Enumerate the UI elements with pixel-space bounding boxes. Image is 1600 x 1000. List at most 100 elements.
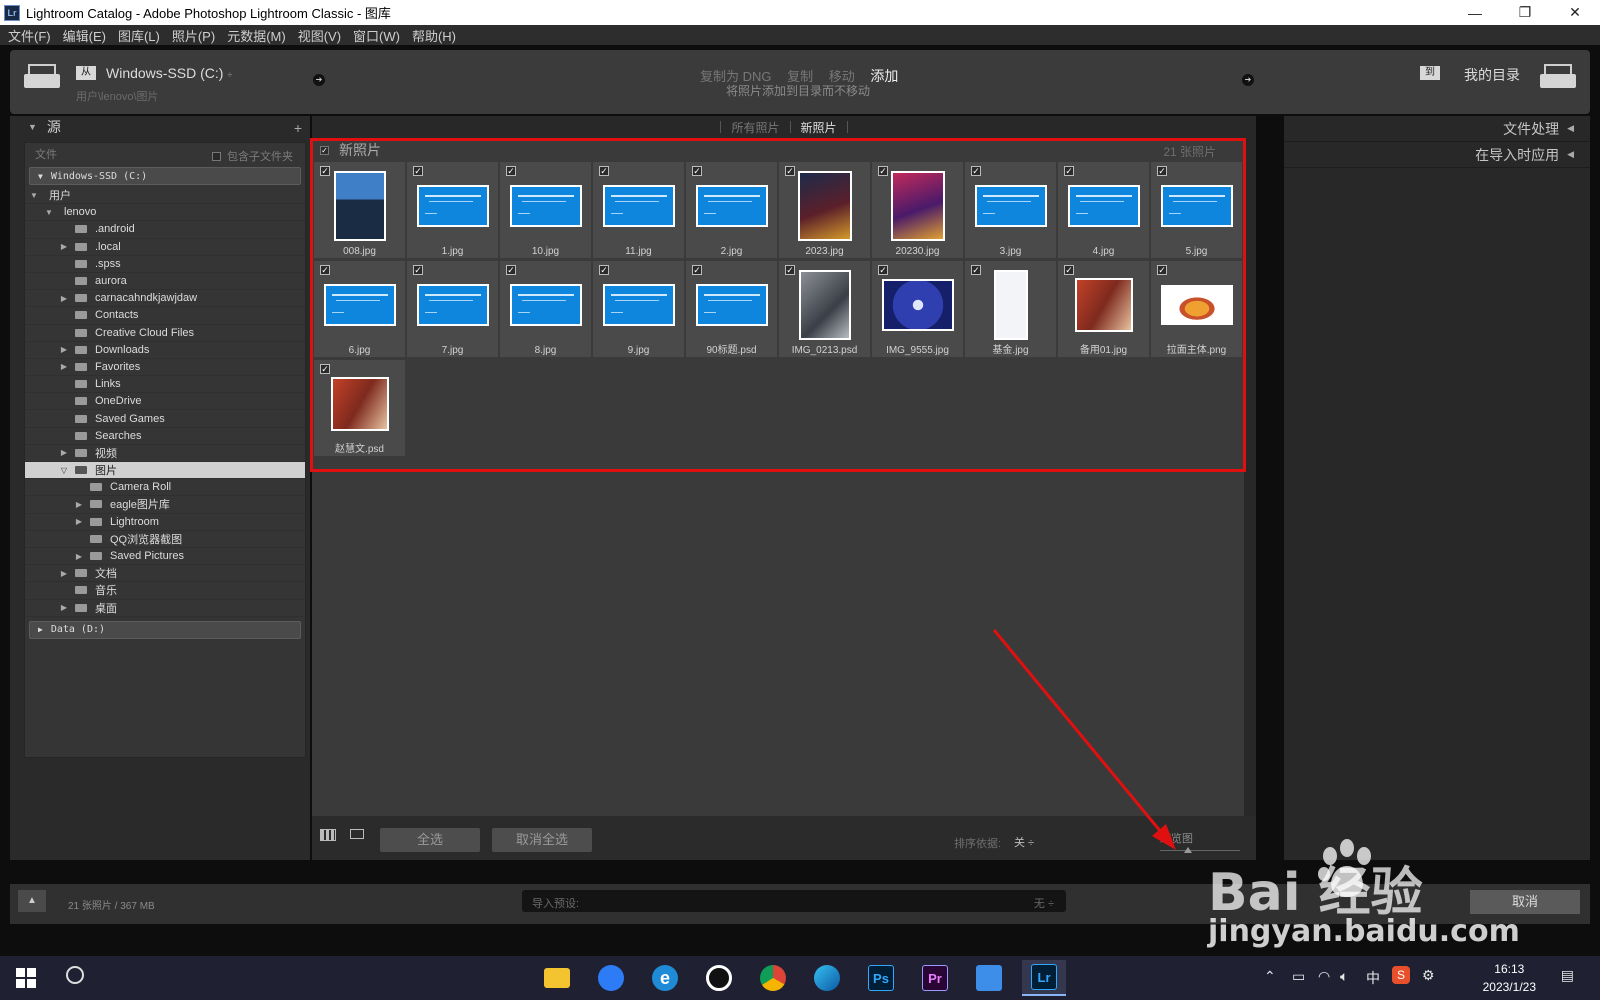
folder-label: 文档 — [95, 568, 117, 581]
folder-row[interactable]: Creative Cloud Files — [25, 325, 305, 342]
watermark-url: jingyan.baidu.com — [1208, 914, 1520, 949]
folder-row[interactable]: ▶ Lightroom — [25, 514, 305, 531]
folder-row[interactable]: QQ浏览器截图 — [25, 531, 305, 548]
folder-row[interactable]: ▽ 图片 — [25, 462, 305, 480]
folder-row[interactable]: ▶ 文档 — [25, 565, 305, 583]
disclosure-triangle-icon[interactable]: ▶ — [59, 569, 69, 578]
check-all-button[interactable]: 全选 — [380, 828, 480, 852]
file-explorer-icon[interactable] — [538, 960, 576, 996]
title-bar: Lr Lightroom Catalog - Adobe Photoshop L… — [0, 0, 1600, 25]
folder-icon — [75, 414, 87, 423]
restore-icon[interactable]: ❐ — [1500, 0, 1550, 25]
menu-view[interactable]: 视图(V) — [298, 26, 341, 45]
pr-icon[interactable]: Pr — [916, 960, 954, 996]
close-icon[interactable]: ✕ — [1550, 0, 1600, 25]
folder-row[interactable]: ▶ Favorites — [25, 359, 305, 377]
drive-d[interactable]: ▶ Data (D:) — [29, 620, 301, 639]
gear-icon[interactable]: ⚙ — [1422, 967, 1435, 984]
apply-during-import-header[interactable]: 在导入时应用 ◀ — [1284, 142, 1590, 168]
menu-edit[interactable]: 编辑(E) — [63, 26, 106, 45]
menu-file[interactable]: 文件(F) — [8, 26, 51, 45]
minimize-icon[interactable]: — — [1450, 0, 1500, 25]
folder-row[interactable]: Contacts — [25, 307, 305, 325]
edge-icon[interactable] — [808, 960, 846, 996]
sogou-icon[interactable]: S — [1392, 966, 1410, 984]
notepad-icon[interactable] — [970, 960, 1008, 996]
tab-new-photos[interactable]: 新照片 — [801, 119, 837, 136]
folder-row[interactable]: ▶ 桌面 — [25, 600, 305, 617]
folder-row[interactable]: ▶ Saved Pictures — [25, 548, 305, 566]
menu-photo[interactable]: 照片(P) — [172, 26, 215, 45]
folder-row[interactable]: ▶ eagle图片库 — [25, 496, 305, 514]
wifi-icon[interactable]: ◠ — [1318, 968, 1330, 985]
folder-icon — [75, 397, 87, 406]
folder-icon — [75, 259, 87, 268]
folder-row[interactable]: ▼ lenovo — [25, 204, 305, 222]
windows-start-icon[interactable] — [16, 968, 36, 988]
battery-icon[interactable]: ▭ — [1292, 968, 1305, 985]
folder-row[interactable]: .android — [25, 221, 305, 239]
menu-help[interactable]: 帮助(H) — [412, 26, 456, 45]
loupe-view-icon[interactable] — [350, 829, 364, 839]
source-panel-header[interactable]: ▼ 源 + — [10, 116, 310, 138]
uncheck-all-button[interactable]: 取消全选 — [492, 828, 592, 852]
folder-row[interactable]: ▶ .local — [25, 239, 305, 256]
chrome-icon[interactable] — [754, 960, 792, 996]
folder-row[interactable]: Camera Roll — [25, 479, 305, 497]
include-subfolders-checkbox[interactable] — [212, 151, 221, 161]
source-selector[interactable]: Windows-SSD (C:) ÷ — [106, 65, 232, 81]
folder-row[interactable]: ▶ Downloads — [25, 342, 305, 359]
lightroom-app-icon: Lr — [4, 4, 20, 21]
sort-select[interactable]: 关 ÷ — [1014, 834, 1034, 850]
menu-window[interactable]: 窗口(W) — [353, 26, 400, 45]
menu-library[interactable]: 图库(L) — [118, 26, 160, 45]
disclosure-triangle-icon[interactable]: ▼ — [44, 208, 54, 217]
destination-name[interactable]: 我的目录 — [1464, 65, 1520, 85]
quark-browser-icon[interactable] — [592, 960, 630, 996]
menu-metadata[interactable]: 元数据(M) — [227, 26, 286, 45]
tab-all-photos[interactable]: 所有照片 — [731, 119, 779, 136]
expand-triangle-icon: ▶ — [38, 625, 43, 635]
expand-up-icon[interactable]: ▲ — [18, 890, 46, 912]
mode-add[interactable]: 添加 — [870, 68, 898, 84]
disclosure-triangle-icon[interactable]: ▶ — [59, 603, 69, 612]
drive-c[interactable]: ▼ Windows-SSD (C:) — [29, 167, 301, 185]
disclosure-triangle-icon[interactable]: ▶ — [74, 500, 84, 509]
disclosure-triangle-icon[interactable]: ▶ — [74, 552, 84, 561]
folder-row[interactable]: OneDrive — [25, 393, 305, 411]
file-handling-header[interactable]: 文件处理 ◀ — [1284, 116, 1590, 142]
disclosure-triangle-icon[interactable]: ▼ — [29, 191, 39, 200]
folder-row[interactable]: aurora — [25, 273, 305, 291]
search-icon[interactable] — [66, 966, 84, 984]
disclosure-triangle-icon[interactable]: ▶ — [59, 345, 69, 354]
edge-legacy-icon[interactable]: e — [646, 960, 684, 996]
notification-icon[interactable]: ▤ — [1561, 967, 1574, 984]
preset-value: 无 ÷ — [1033, 898, 1054, 910]
folder-row[interactable]: Links — [25, 376, 305, 394]
lr-icon[interactable]: Lr — [1022, 960, 1066, 996]
folder-row[interactable]: ▶ 视频 — [25, 445, 305, 462]
qq-icon[interactable] — [700, 960, 738, 996]
ime-indicator[interactable]: 中 — [1366, 968, 1380, 988]
folder-row[interactable]: ▼ 用户 — [25, 187, 305, 205]
folder-row[interactable]: .spss — [25, 256, 305, 273]
collapse-triangle-icon[interactable]: ▼ — [28, 122, 37, 132]
folder-row[interactable]: 音乐 — [25, 582, 305, 600]
grid-view-icon[interactable] — [320, 829, 336, 841]
ps-icon[interactable]: Ps — [862, 960, 900, 996]
folder-row[interactable]: Saved Games — [25, 410, 305, 428]
chevron-up-icon[interactable]: ⌃ — [1264, 968, 1276, 985]
add-source-icon[interactable]: + — [294, 120, 302, 136]
clock[interactable]: 16:13 2023/1/23 — [1483, 960, 1536, 996]
disclosure-triangle-icon[interactable]: ▶ — [74, 517, 84, 526]
folder-row[interactable]: Searches — [25, 428, 305, 445]
import-preset[interactable]: 导入预设: 无 ÷ — [522, 890, 1066, 912]
folder-row[interactable]: ▶ carnacahndkjawjdaw — [25, 290, 305, 308]
volume-icon[interactable]: 🔈︎ — [1340, 968, 1348, 985]
disclosure-triangle-icon[interactable]: ▶ — [59, 242, 69, 251]
disclosure-triangle-icon[interactable]: ▶ — [59, 448, 69, 457]
slider-knob[interactable] — [1184, 847, 1192, 853]
disclosure-triangle-icon[interactable]: ▽ — [59, 466, 69, 475]
disclosure-triangle-icon[interactable]: ▶ — [59, 294, 69, 303]
disclosure-triangle-icon[interactable]: ▶ — [59, 362, 69, 371]
